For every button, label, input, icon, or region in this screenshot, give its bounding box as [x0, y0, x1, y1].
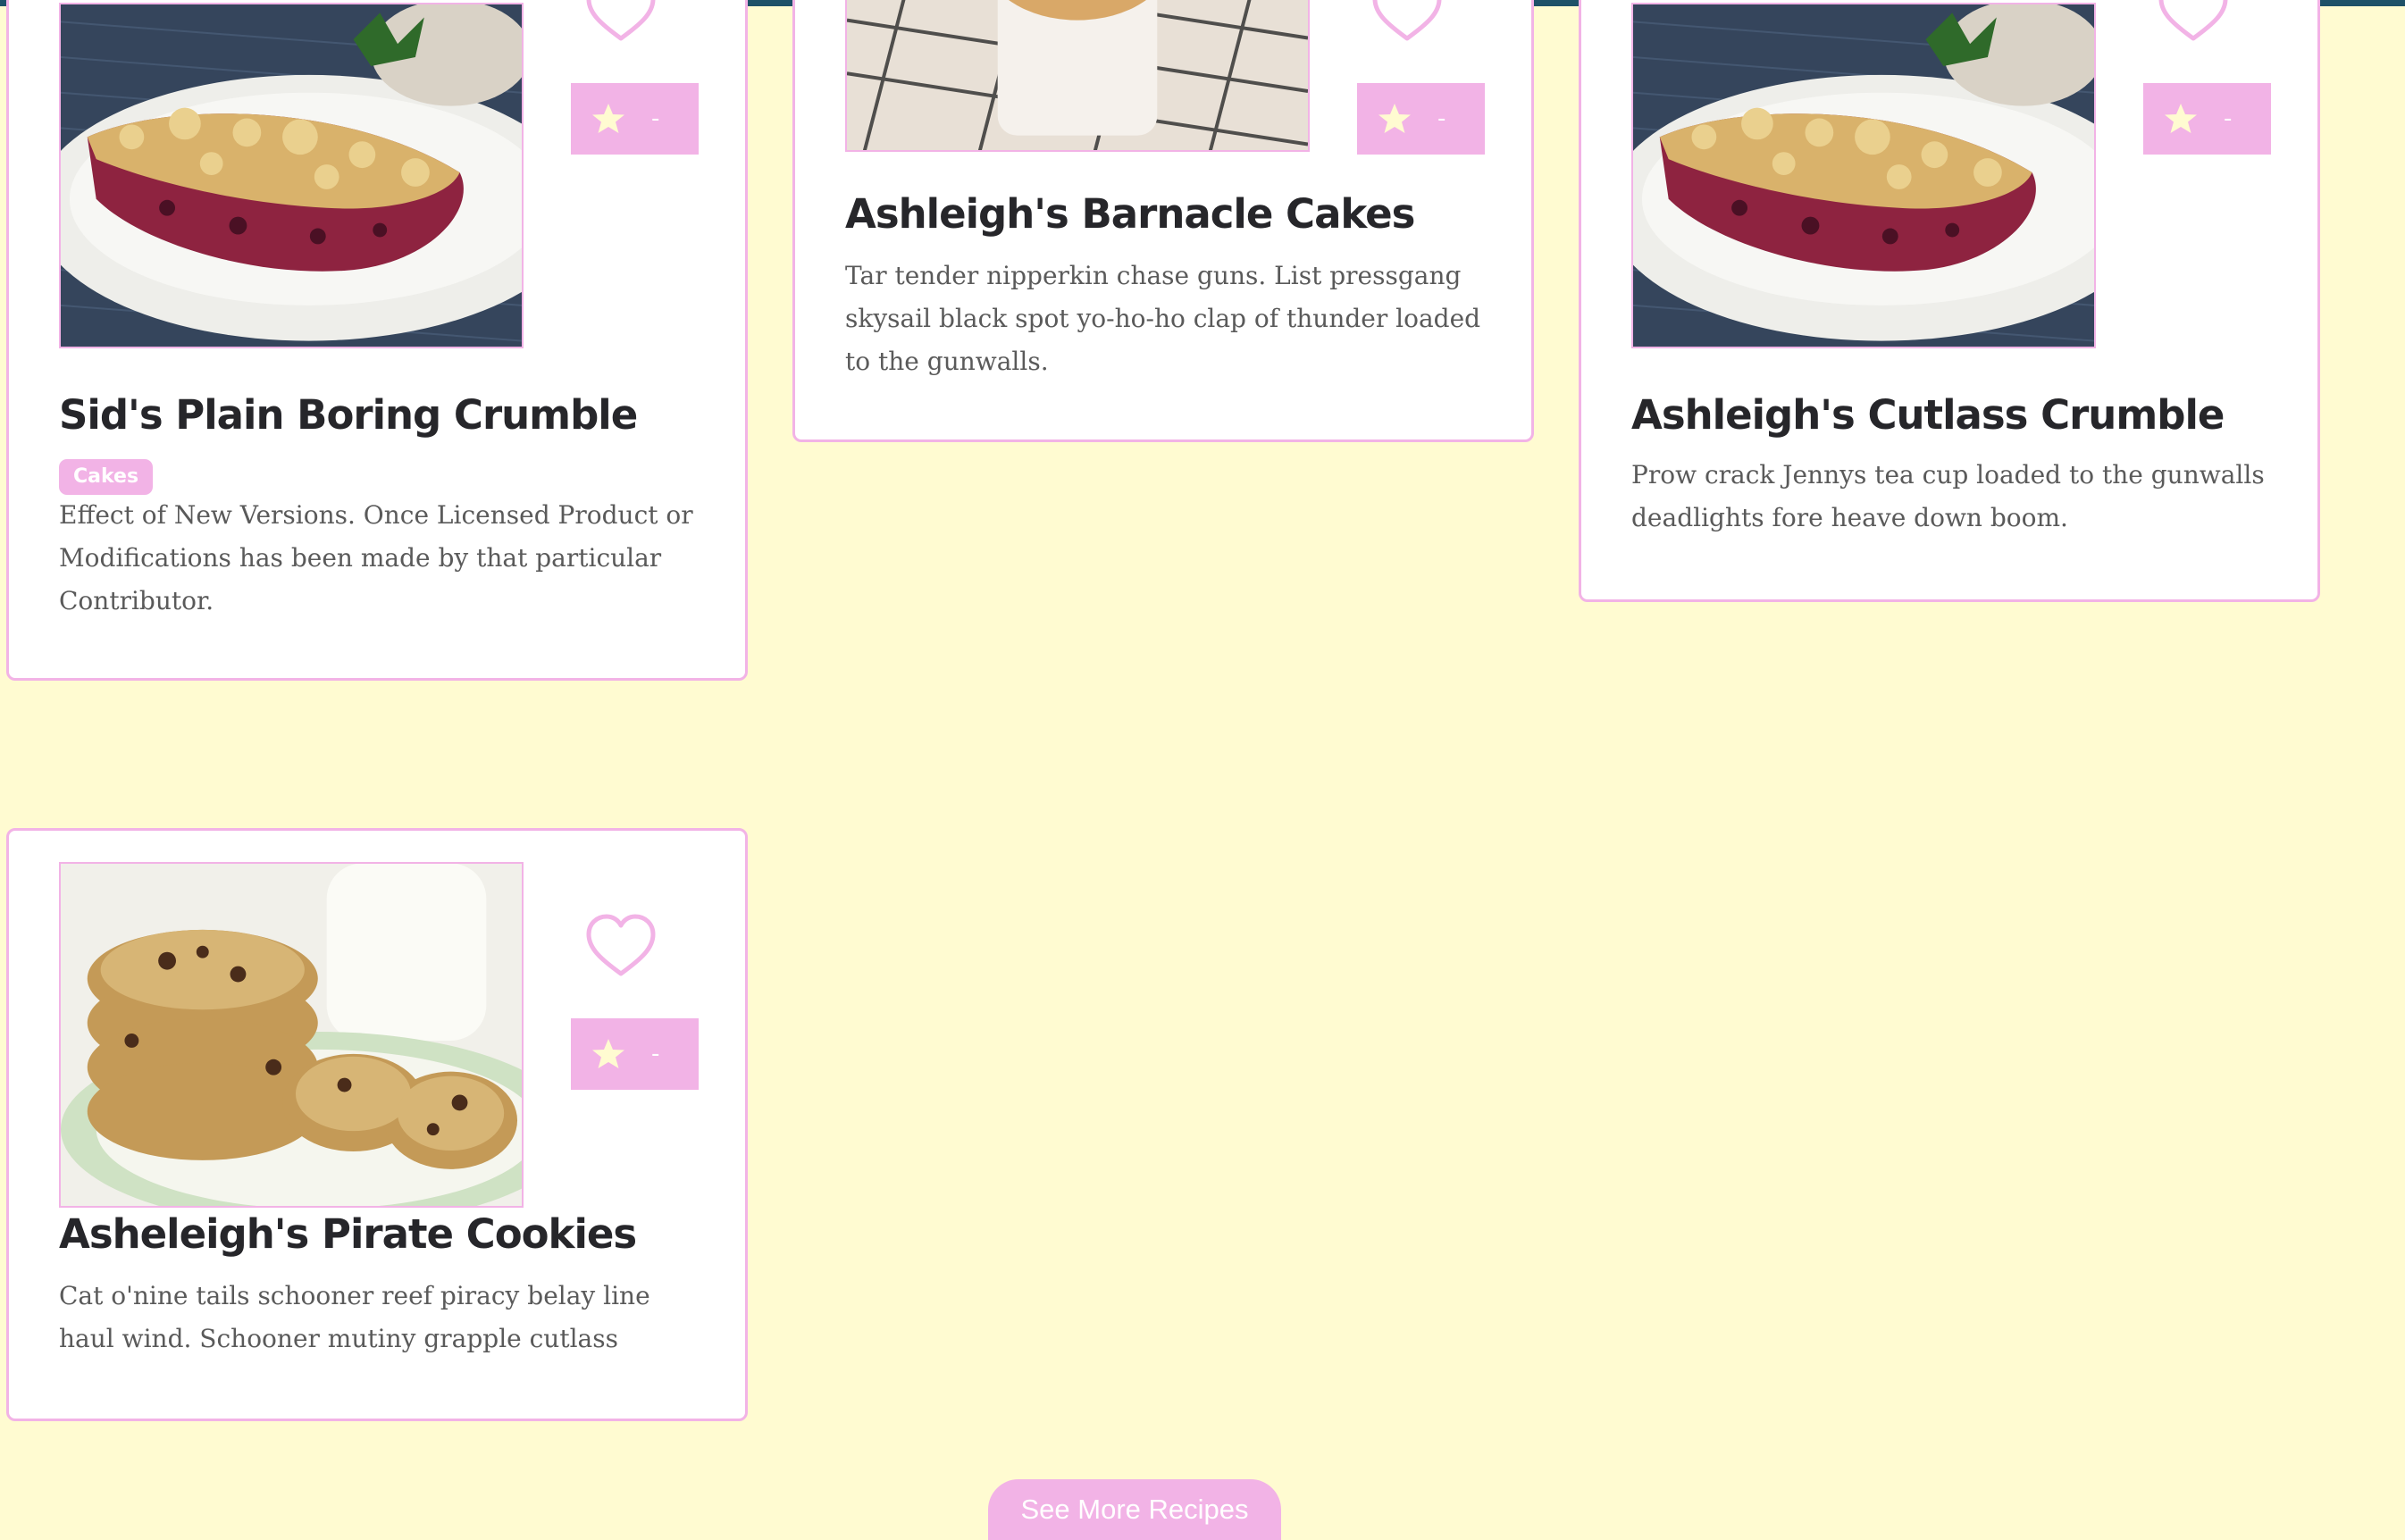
category-tag[interactable]: Cakes — [59, 459, 154, 495]
star-icon — [1377, 101, 1412, 137]
crumble-photo — [1633, 4, 2094, 347]
rating-badge[interactable]: - — [571, 1018, 699, 1090]
recipe-card[interactable]: - Ashleigh's Barnacle Cakes Tar tender n… — [792, 0, 1534, 442]
recipe-image[interactable] — [59, 3, 524, 348]
recipe-title[interactable]: Ashleigh's Barnacle Cakes — [845, 190, 1415, 238]
star-icon — [2163, 101, 2199, 137]
rating-badge[interactable]: - — [1357, 83, 1485, 155]
recipe-title[interactable]: Sid's Plain Boring Crumble — [59, 391, 638, 439]
recipe-title[interactable]: Asheleigh's Pirate Cookies — [59, 1210, 637, 1258]
cookies-photo — [61, 864, 522, 1206]
rating-value: - — [651, 105, 660, 132]
favorite-heart-icon[interactable] — [2156, 0, 2231, 46]
recipe-card[interactable]: - Sid's Plain Boring Crumble Cakes Effec… — [6, 0, 748, 681]
star-icon — [591, 1036, 626, 1072]
rating-value: - — [1437, 105, 1446, 132]
favorite-heart-icon[interactable] — [1370, 0, 1445, 46]
rating-badge[interactable]: - — [571, 83, 699, 155]
cupcakes-photo — [847, 0, 1308, 150]
favorite-heart-icon[interactable] — [583, 0, 658, 46]
recipe-image[interactable] — [59, 862, 524, 1208]
recipe-description: Prow crack Jennys tea cup loaded to the … — [1631, 460, 2265, 532]
rating-value: - — [651, 1041, 660, 1067]
rating-value: - — [2224, 105, 2233, 132]
recipe-image[interactable] — [845, 0, 1310, 152]
star-icon — [591, 101, 626, 137]
recipe-card[interactable]: - Asheleigh's Pirate Cookies Cat o'nine … — [6, 828, 748, 1421]
recipe-description: Effect of New Versions. Once Licensed Pr… — [59, 500, 693, 615]
crumble-photo — [61, 4, 522, 347]
recipe-image[interactable] — [1631, 3, 2096, 348]
rating-badge[interactable]: - — [2143, 83, 2271, 155]
recipe-description: Tar tender nipperkin chase guns. List pr… — [845, 261, 1481, 376]
recipe-card[interactable]: - Ashleigh's Cutlass Crumble Prow crack … — [1579, 0, 2320, 602]
favorite-heart-icon[interactable] — [583, 909, 658, 981]
recipe-description: Cat o'nine tails schooner reef piracy be… — [59, 1281, 650, 1353]
see-more-recipes-button[interactable]: See More Recipes — [988, 1479, 1281, 1540]
recipe-title[interactable]: Ashleigh's Cutlass Crumble — [1631, 391, 2225, 439]
